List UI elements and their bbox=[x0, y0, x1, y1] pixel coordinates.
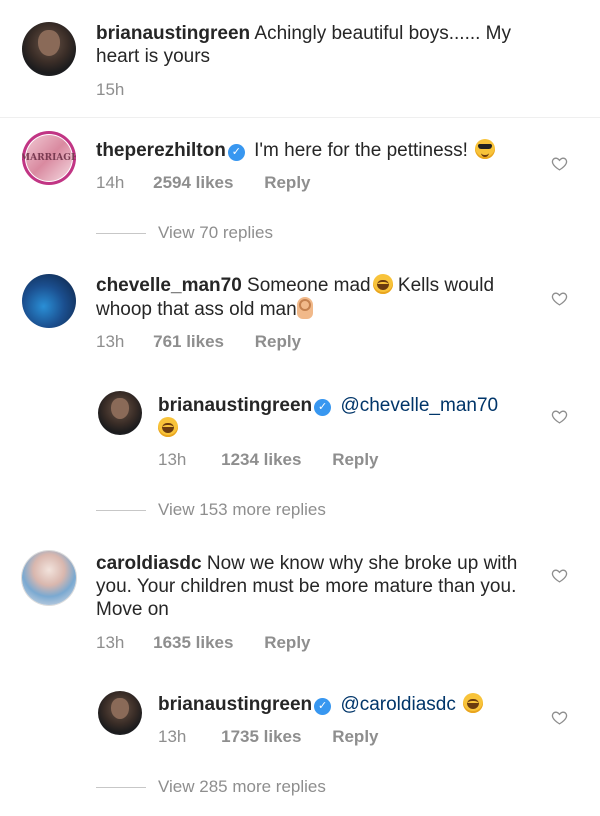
likes-count[interactable]: 1735 likes bbox=[221, 727, 301, 747]
username[interactable]: theperezhilton bbox=[96, 140, 226, 161]
likes-count[interactable]: 1234 likes bbox=[221, 450, 301, 470]
view-replies-text: View 153 more replies bbox=[158, 500, 326, 519]
avatar[interactable] bbox=[22, 551, 76, 605]
laughing-emoji-icon bbox=[158, 417, 178, 437]
verified-badge-icon: ✓ bbox=[314, 399, 332, 416]
comment-body: caroldiasdc Now we know why she broke up… bbox=[96, 552, 526, 621]
avatar[interactable] bbox=[98, 691, 142, 735]
reply-button[interactable]: Reply bbox=[264, 633, 310, 653]
timestamp: 15h bbox=[96, 80, 125, 99]
reply-body: brianaustingreen ✓ @chevelle_man70 bbox=[158, 394, 538, 440]
username[interactable]: brianaustingreen bbox=[158, 395, 312, 416]
reply-body: brianaustingreen ✓ @caroldiasdc bbox=[158, 693, 538, 716]
laughing-emoji-icon bbox=[372, 274, 393, 294]
avatar[interactable] bbox=[98, 391, 142, 435]
comment-text: I'm here for the pettiness! bbox=[254, 140, 468, 161]
avatar-face bbox=[111, 698, 129, 719]
timestamp: 13h bbox=[96, 633, 125, 652]
likes-count[interactable]: 2594 likes bbox=[153, 173, 233, 193]
view-replies-link[interactable]: View 285 more replies bbox=[96, 777, 326, 797]
comment-body: brianaustingreen Achingly beautiful boys… bbox=[96, 22, 546, 68]
view-replies-text: View 70 replies bbox=[158, 223, 273, 242]
timestamp: 13h bbox=[158, 727, 187, 746]
timestamp: 13h bbox=[96, 332, 125, 351]
reply-button[interactable]: Reply bbox=[264, 173, 310, 193]
heart-icon[interactable] bbox=[551, 567, 568, 584]
avatar-face bbox=[111, 398, 129, 419]
username[interactable]: chevelle_man70 bbox=[96, 275, 242, 296]
reply-meta: 13h 1234 likes Reply bbox=[158, 450, 379, 470]
comment-meta: 13h 761 likes Reply bbox=[96, 332, 301, 352]
verified-badge-icon: ✓ bbox=[227, 144, 245, 161]
ok-hand-icon bbox=[296, 297, 313, 319]
timestamp: 13h bbox=[158, 450, 187, 469]
view-replies-link[interactable]: View 153 more replies bbox=[96, 500, 326, 520]
timestamp: 14h bbox=[96, 173, 125, 192]
comment-meta: 13h 1635 likes Reply bbox=[96, 633, 311, 653]
laughing-emoji-icon bbox=[463, 693, 484, 713]
replies-line bbox=[96, 510, 146, 512]
reply-button[interactable]: Reply bbox=[332, 727, 378, 747]
username[interactable]: brianaustingreen bbox=[96, 23, 250, 44]
replies-line bbox=[96, 233, 146, 235]
avatar-face bbox=[38, 30, 60, 56]
heart-icon[interactable] bbox=[551, 709, 568, 726]
replies-line bbox=[96, 787, 146, 789]
reply-meta: 13h 1735 likes Reply bbox=[158, 727, 379, 747]
comment-text: Someone mad bbox=[247, 275, 371, 296]
mention-link[interactable]: @chevelle_man70 bbox=[340, 395, 498, 416]
mention-link[interactable]: @caroldiasdc bbox=[340, 694, 455, 715]
comment-meta: 15h bbox=[96, 80, 124, 100]
divider bbox=[0, 117, 600, 118]
view-replies-link[interactable]: View 70 replies bbox=[96, 223, 273, 243]
comment-body: theperezhilton ✓ I'm here for the pettine… bbox=[96, 139, 536, 162]
avatar[interactable] bbox=[22, 274, 76, 328]
verified-badge-icon: ✓ bbox=[314, 698, 332, 715]
avatar-image: MARRIAGE bbox=[22, 135, 76, 181]
reply-button[interactable]: Reply bbox=[332, 450, 378, 470]
heart-icon[interactable] bbox=[551, 408, 568, 425]
view-replies-text: View 285 more replies bbox=[158, 777, 326, 796]
comment-text-line2: whoop that ass old man bbox=[96, 299, 297, 320]
reply-button[interactable]: Reply bbox=[255, 332, 301, 352]
sunglasses-emoji-icon bbox=[475, 139, 496, 159]
comment-text-cont: Kells would bbox=[397, 275, 495, 296]
avatar[interactable]: MARRIAGE bbox=[22, 131, 76, 185]
comment-meta: 14h 2594 likes Reply bbox=[96, 173, 311, 193]
avatar[interactable] bbox=[22, 22, 76, 76]
comment-body: chevelle_man70 Someone mad Kells would w… bbox=[96, 274, 536, 321]
username[interactable]: caroldiasdc bbox=[96, 553, 202, 574]
username[interactable]: brianaustingreen bbox=[158, 694, 312, 715]
heart-icon[interactable] bbox=[551, 155, 568, 172]
heart-icon[interactable] bbox=[551, 290, 568, 307]
likes-count[interactable]: 1635 likes bbox=[153, 633, 233, 653]
likes-count[interactable]: 761 likes bbox=[153, 332, 224, 352]
